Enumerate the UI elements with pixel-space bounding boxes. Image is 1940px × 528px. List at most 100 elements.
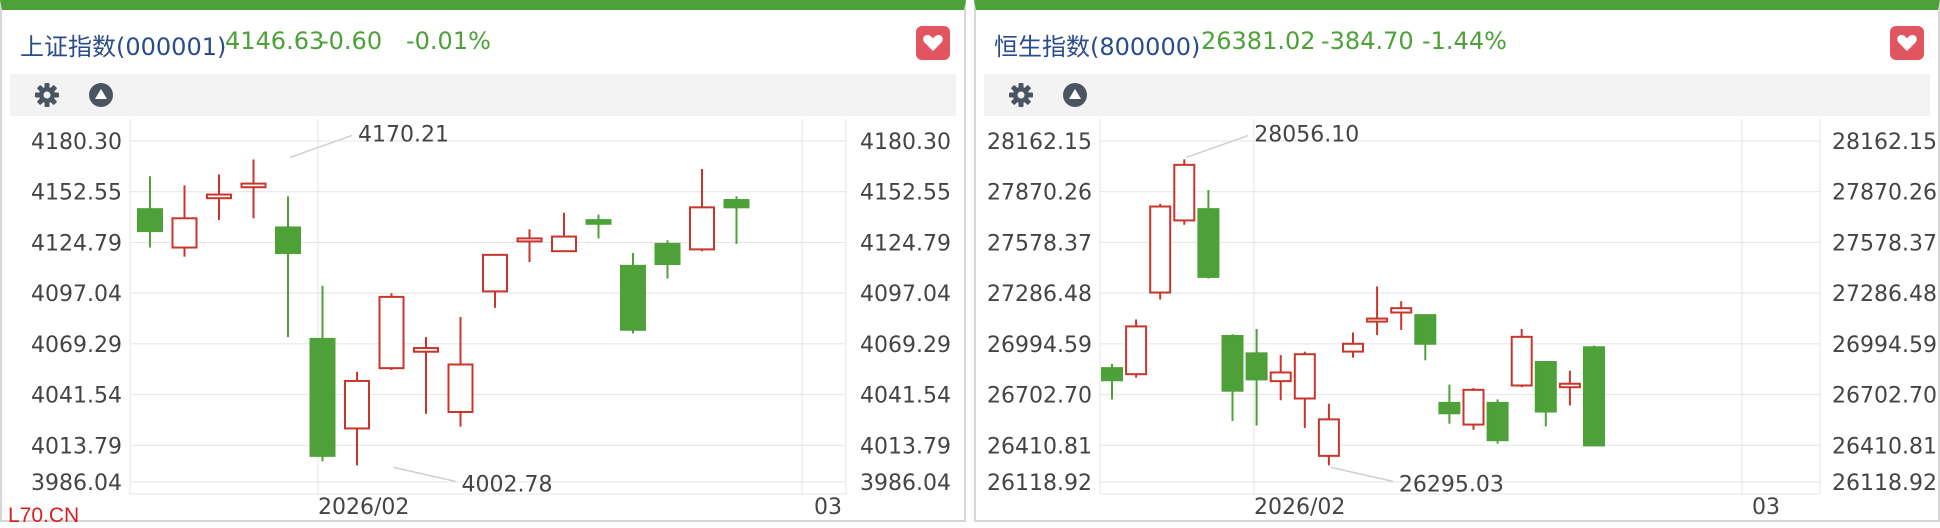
candle-body	[1510, 335, 1533, 387]
candle-body	[1390, 307, 1413, 314]
candle-body	[1293, 353, 1316, 400]
extreme-value-label: 28056.10	[1254, 122, 1359, 147]
x-tick-label: 2026/02	[1254, 495, 1345, 520]
candle-body	[1197, 208, 1220, 278]
extreme-value-label: 4170.21	[358, 122, 449, 147]
y-tick-label-left: 26118.92	[987, 471, 1092, 496]
sse-index-panel: 上证指数(000001) 4146.63 -0.60 -0.01% 4180.3…	[0, 0, 966, 527]
hsi-index-panel: 恒生指数(800000) 26381.02 -384.70 -1.44% 281…	[974, 0, 1940, 522]
index-price: 4146.63	[225, 27, 325, 55]
candle-body	[171, 217, 198, 249]
extreme-value-label: 26295.03	[1399, 472, 1504, 497]
y-tick-label-right: 26410.81	[1832, 434, 1937, 459]
y-tick-label-left: 4152.55	[31, 181, 122, 206]
candle-body	[654, 242, 681, 265]
y-tick-label-right: 4124.79	[860, 231, 951, 256]
candle-body	[1486, 401, 1509, 442]
candle-body	[1125, 325, 1148, 376]
triangle-up-icon	[89, 83, 113, 107]
y-tick-label-right: 26994.59	[1832, 333, 1937, 358]
y-tick-label-right: 27578.37	[1832, 231, 1937, 256]
y-tick-label-right: 4069.29	[860, 333, 951, 358]
panel-header: 上证指数(000001) 4146.63 -0.60 -0.01%	[2, 10, 964, 70]
x-tick-label: 2026/02	[318, 495, 409, 520]
index-change-pct: -0.01%	[406, 27, 491, 55]
heart-icon	[1897, 35, 1917, 51]
index-name[interactable]: 上证指数(000001)	[20, 27, 226, 62]
candle-body	[1438, 401, 1461, 415]
favorite-button[interactable]	[1890, 26, 1924, 60]
candle-body	[206, 193, 232, 200]
candle-body	[482, 253, 508, 293]
panel-header: 恒生指数(800000) 26381.02 -384.70 -1.44%	[976, 10, 1938, 70]
y-tick-label-right: 28162.15	[1832, 130, 1937, 155]
candle-body	[689, 206, 715, 251]
candle-body	[137, 208, 163, 233]
candle-body	[620, 264, 646, 331]
favorite-button[interactable]	[916, 26, 950, 60]
candle-body	[551, 235, 577, 253]
y-tick-label-left: 3986.04	[31, 471, 122, 496]
y-tick-label-left: 27578.37	[987, 231, 1092, 256]
annotation-leader	[289, 134, 353, 159]
y-tick-label-right: 4097.04	[860, 282, 951, 307]
y-tick-label-left: 26994.59	[987, 333, 1092, 358]
candle-body	[1173, 163, 1196, 222]
candle-body	[1149, 205, 1172, 294]
candle-body	[1245, 352, 1268, 381]
candle-body	[378, 295, 405, 370]
y-tick-label-right: 4180.30	[860, 130, 951, 155]
candle-body	[344, 379, 370, 430]
y-tick-label-right: 3986.04	[860, 471, 951, 496]
collapse-button[interactable]	[1060, 80, 1090, 110]
candle-body	[516, 237, 543, 243]
watermark: L70.CN	[8, 504, 80, 527]
candle-body	[723, 199, 750, 209]
gear-icon	[35, 83, 59, 107]
index-change: -384.70	[1321, 27, 1414, 55]
candle-body	[1366, 317, 1389, 323]
candle-body	[240, 182, 267, 189]
settings-button[interactable]	[32, 80, 62, 110]
gear-icon	[1009, 83, 1033, 107]
index-change: -0.60	[320, 27, 383, 55]
candle-body	[275, 226, 301, 255]
candle-body	[1583, 346, 1605, 447]
annotation-leader	[393, 466, 456, 483]
y-tick-label-left: 27870.26	[987, 181, 1092, 206]
chart-toolbar	[10, 74, 956, 116]
candle-body	[1342, 342, 1364, 353]
y-tick-label-left: 26702.70	[987, 384, 1092, 409]
chart-toolbar	[984, 74, 1930, 116]
x-tick-label: 03	[1752, 495, 1780, 520]
triangle-up-icon	[1063, 83, 1087, 107]
candle-body	[585, 219, 612, 225]
y-tick-label-left: 4124.79	[31, 231, 122, 256]
candle-body	[1414, 314, 1437, 345]
candle-body	[309, 337, 336, 457]
y-tick-label-left: 28162.15	[987, 130, 1092, 155]
y-tick-label-right: 26118.92	[1832, 471, 1937, 496]
candle-body	[1462, 388, 1485, 426]
candle-body	[1101, 367, 1123, 382]
collapse-button[interactable]	[86, 80, 116, 110]
y-tick-label-left: 4069.29	[31, 333, 122, 358]
y-tick-label-left: 26410.81	[987, 434, 1092, 459]
y-tick-label-right: 26702.70	[1832, 384, 1937, 409]
candle-body	[1317, 418, 1340, 457]
index-name[interactable]: 恒生指数(800000)	[994, 27, 1200, 62]
x-tick-label: 03	[814, 495, 842, 520]
y-tick-label-right: 4013.79	[860, 434, 951, 459]
candle-body	[1558, 382, 1581, 389]
settings-button[interactable]	[1006, 80, 1036, 110]
candle-body	[447, 363, 474, 414]
y-tick-label-left: 4180.30	[31, 130, 122, 155]
hsi-candlestick-chart[interactable]: 28162.15 28162.15 27870.26 27870.26 27578.37…	[976, 116, 1938, 522]
candle-body	[413, 347, 439, 353]
sse-candlestick-chart[interactable]: 4180.30 4180.30 4152.55 4152.55 4124.79 4124.…	[2, 116, 964, 522]
annotation-leader	[1186, 134, 1249, 159]
index-change-pct: -1.44%	[1422, 27, 1507, 55]
y-tick-label-left: 27286.48	[987, 282, 1092, 307]
y-tick-label-left: 4041.54	[31, 384, 122, 409]
y-tick-label-right: 4041.54	[860, 384, 951, 409]
